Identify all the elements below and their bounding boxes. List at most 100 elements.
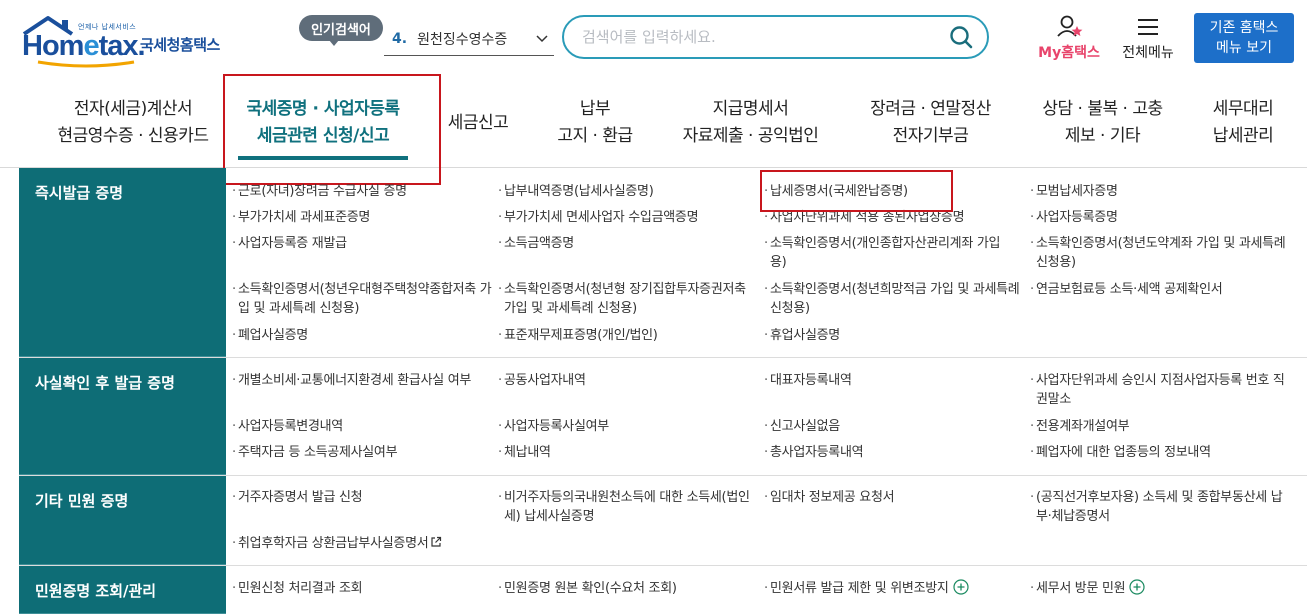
- section-instant-issue: 즉시발급 증명 · 근로(자녀)장려금 수급사실 증명 · 납부내역증명(납세사실증…: [19, 168, 1307, 358]
- popular-keyword-select[interactable]: 4. 원천징수영수증: [384, 22, 554, 56]
- menu-link[interactable]: · 소득확인증명서(청년형 장기집합투자증권저축 가입 및 과세특례 신청용): [498, 280, 754, 318]
- menu-link[interactable]: · 소득확인증명서(청년희망적금 가입 및 과세특례 신청용): [764, 280, 1020, 318]
- search-input[interactable]: [582, 25, 942, 49]
- section-title: 민원증명 조회/관리: [19, 566, 226, 614]
- nav-line2: 제보 · 기타: [1064, 126, 1141, 146]
- section-title: 사실확인 후 발급 증명: [19, 358, 226, 475]
- nav-line1: 세무대리: [1212, 99, 1274, 119]
- menu-link[interactable]: · 민원증명 원본 확인(수요처 조회): [498, 579, 759, 598]
- menu-link[interactable]: · 소득확인증명서(개인종합자산관리계좌 가입용): [764, 234, 1015, 272]
- menu-link[interactable]: · 민원신청 처리결과 조회: [232, 579, 493, 598]
- menu-link[interactable]: · 사업자단위과세 적용 종된사업장증명: [764, 208, 1025, 227]
- nav-line1: 지급명세서: [712, 99, 789, 119]
- menu-link[interactable]: · 사업자등록증 재발급: [232, 234, 493, 253]
- nav-payment-statement[interactable]: 지급명세서 자료제출 · 공익법인: [668, 96, 833, 150]
- nav-line2: 세금관련 신청/신고: [256, 126, 390, 146]
- logo-swoosh-icon: [37, 60, 135, 68]
- active-tab-underline: [238, 156, 408, 160]
- section-items: · 근로(자녀)장려금 수급사실 증명 · 납부내역증명(납세사실증명) · 납세증명…: [232, 168, 1307, 357]
- nav-e-invoice[interactable]: 전자(세금)계산서 현금영수증 · 신용카드: [38, 96, 228, 150]
- menu-link[interactable]: · 비거주자등의국내원천소득에 대한 소득세(법인세) 납세사실증명: [498, 488, 752, 526]
- nav-line2: 고지 · 환급: [557, 126, 633, 146]
- menu-link[interactable]: · 부가가치세 면세사업자 수입금액증명: [498, 208, 759, 227]
- menu-link[interactable]: · 신고사실없음: [764, 417, 1025, 436]
- menu-link[interactable]: · 납부내역증명(납세사실증명): [498, 182, 759, 201]
- nav-line2: 자료제출 · 공익법인: [682, 126, 819, 146]
- header: 언제나 납세서비스 Hometax. 국세청홈택스 인기검색어 4. 원천징수영…: [0, 0, 1307, 72]
- nav-certificate-registration[interactable]: 국세증명 · 사업자등록 세금관련 신청/신고: [238, 96, 408, 160]
- nav-line1: 상담 · 불복 · 고충: [1042, 99, 1163, 119]
- section-civil-lookup: 민원증명 조회/관리 · 민원신청 처리결과 조회 · 민원증명 원본 확인(수요처…: [19, 566, 1307, 614]
- hamburger-menu-icon: [1138, 19, 1158, 35]
- menu-link[interactable]: · 휴업사실증명: [764, 326, 1025, 345]
- nav-line2: 납세관리: [1212, 126, 1274, 146]
- section-items: · 개별소비세·교통에너지환경세 환급사실 여부 · 공동사업자내역 · 대표자등록내…: [232, 358, 1307, 475]
- nav-consult-appeal[interactable]: 상담 · 불복 · 고충 제보 · 기타: [1030, 96, 1175, 150]
- menu-link[interactable]: · 표준재무제표증명(개인/법인): [498, 326, 759, 345]
- my-hometax-button[interactable]: My홈택스: [1034, 14, 1104, 64]
- menu-link[interactable]: · 근로(자녀)장려금 수급사실 증명: [232, 182, 493, 201]
- menu-link[interactable]: · 부가가치세 과세표준증명: [232, 208, 493, 227]
- menu-link[interactable]: · 대표자등록내역: [764, 371, 1025, 390]
- all-menu-button[interactable]: 전체메뉴: [1116, 14, 1180, 64]
- menu-link[interactable]: · 공동사업자내역: [498, 371, 759, 390]
- submenu-panel: 즉시발급 증명 · 근로(자녀)장려금 수급사실 증명 · 납부내역증명(납세사실증…: [19, 168, 1307, 614]
- menu-link[interactable]: · 사업자등록증명: [1030, 208, 1291, 227]
- nav-line1: 국세증명 · 사업자등록: [246, 99, 400, 119]
- keyword-text: 원천징수영수증: [417, 31, 508, 48]
- menu-link[interactable]: · 소득확인증명서(청년도약계좌 가입 및 과세특례 신청용): [1030, 234, 1286, 272]
- nav-line1: 납부: [579, 99, 611, 119]
- nav-payment[interactable]: 납부 고지 · 환급: [545, 96, 645, 150]
- all-menu-label: 전체메뉴: [1122, 45, 1174, 61]
- old-hometax-menu-button[interactable]: 기존 홈택스 메뉴 보기: [1194, 13, 1294, 63]
- menu-link[interactable]: · 소득금액증명: [498, 234, 759, 253]
- user-star-icon: [1057, 15, 1083, 37]
- menu-link[interactable]: · 사업자등록변경내역: [232, 417, 493, 436]
- hometax-logo[interactable]: 언제나 납세서비스 Hometax. 국세청홈택스: [20, 12, 235, 68]
- section-items: · 거주자증명서 발급 신청 · 비거주자등의국내원천소득에 대한 소득세(법인세)…: [232, 476, 1307, 565]
- nav-line2: 현금영수증 · 신용카드: [57, 126, 209, 146]
- plus-circle-icon[interactable]: [1129, 579, 1145, 595]
- plus-circle-icon[interactable]: [952, 579, 969, 595]
- section-verify-issue: 사실확인 후 발급 증명 · 개별소비세·교통에너지환경세 환급사실 여부 · 공동…: [19, 358, 1307, 476]
- menu-link[interactable]: · 총사업자등록내역: [764, 443, 1025, 462]
- menu-link[interactable]: · 납세증명서(국세완납증명): [764, 182, 1025, 201]
- nav-line1: 전자(세금)계산서: [73, 99, 193, 119]
- menu-link[interactable]: · 사업자등록사실여부: [498, 417, 759, 436]
- nav-tax-report[interactable]: 세금신고: [440, 110, 516, 137]
- section-title: 기타 민원 증명: [19, 476, 226, 565]
- nav-line1: 장려금 · 연말정산: [870, 99, 991, 119]
- menu-link[interactable]: · 취업후학자금 상환금납부사실증명서: [232, 534, 498, 553]
- menu-link[interactable]: · 소득확인증명서(청년우대형주택청약종합저축 가입 및 과세특례 신청용): [232, 280, 493, 318]
- search-box: [562, 15, 989, 59]
- menu-link[interactable]: · 전용계좌개설여부: [1030, 417, 1291, 436]
- section-title: 즉시발급 증명: [19, 168, 226, 357]
- menu-link[interactable]: · 거주자증명서 발급 신청: [232, 488, 493, 507]
- popular-keywords-badge: 인기검색어: [299, 15, 383, 46]
- logo-korean-name: 국세청홈택스: [140, 36, 220, 54]
- menu-link[interactable]: · 주택자금 등 소득공제사실여부: [232, 443, 493, 462]
- search-icon[interactable]: [949, 25, 973, 49]
- menu-link[interactable]: · 모범납세자증명: [1030, 182, 1291, 201]
- menu-link[interactable]: · 사업자단위과세 승인시 지점사업자등록 번호 직권말소: [1030, 371, 1286, 409]
- nav-line1: 세금신고: [447, 113, 509, 133]
- nav-line2: 전자기부금: [892, 126, 969, 146]
- section-other-civil: 기타 민원 증명 · 거주자증명서 발급 신청 · 비거주자등의국내원천소득에 대한…: [19, 476, 1307, 566]
- old-hometax-line1: 기존 홈택스: [1209, 20, 1279, 36]
- nav-tax-agent[interactable]: 세무대리 납세관리: [1198, 96, 1288, 150]
- menu-link[interactable]: · 민원서류 발급 제한 및 위변조방지: [764, 579, 1030, 598]
- menu-link[interactable]: · 폐업자에 대한 업종등의 정보내역: [1030, 443, 1291, 462]
- menu-link[interactable]: · (공직선거후보자용) 소득세 및 종합부동산세 납부·체납증명서: [1030, 488, 1284, 526]
- menu-link[interactable]: · 연금보험료등 소득·세액 공제확인서: [1030, 280, 1291, 299]
- external-link-icon: [431, 536, 442, 547]
- menu-link[interactable]: · 임대차 정보제공 요청서: [764, 488, 1025, 507]
- menu-link[interactable]: · 폐업사실증명: [232, 326, 493, 345]
- old-hometax-line2: 메뉴 보기: [1216, 40, 1272, 56]
- menu-link[interactable]: · 체납내역: [498, 443, 759, 462]
- logo-wordmark: Hometax.: [22, 30, 146, 62]
- keyword-rank: 4.: [392, 30, 408, 47]
- menu-link[interactable]: · 개별소비세·교통에너지환경세 환급사실 여부: [232, 371, 488, 390]
- nav-incentive-yearend[interactable]: 장려금 · 연말정산 전자기부금: [858, 96, 1003, 150]
- menu-link[interactable]: · 세무서 방문 민원: [1030, 579, 1291, 598]
- section-items: · 민원신청 처리결과 조회 · 민원증명 원본 확인(수요처 조회) · 민원서류 …: [232, 566, 1307, 614]
